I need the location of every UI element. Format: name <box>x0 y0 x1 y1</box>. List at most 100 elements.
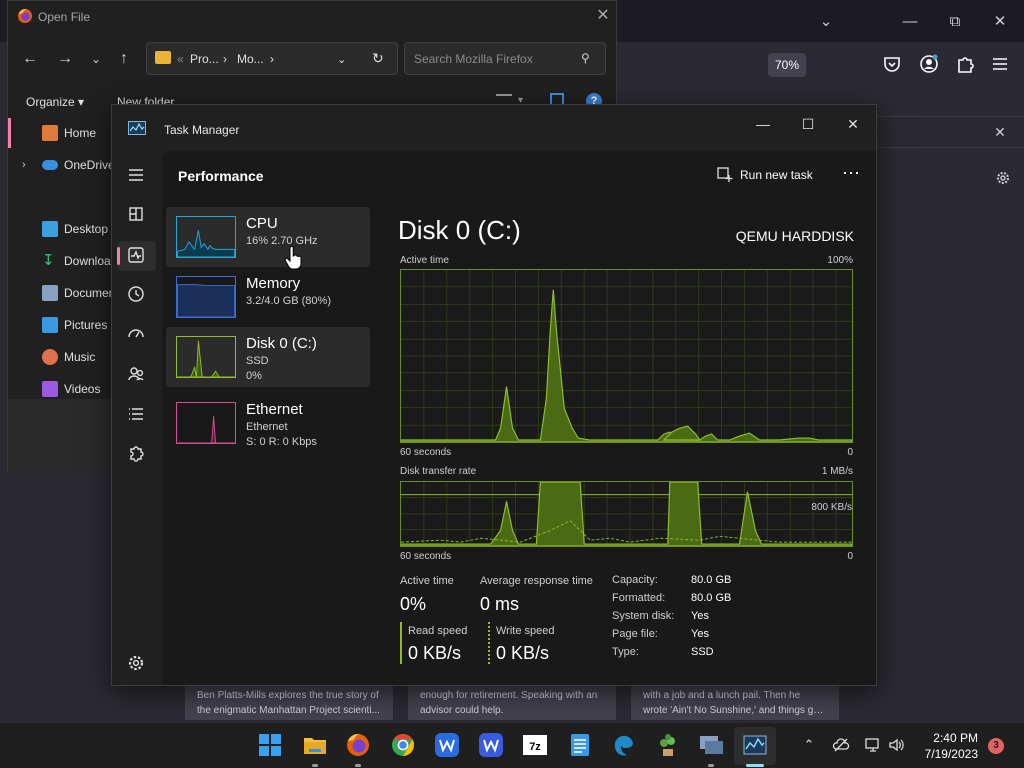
processes-icon[interactable] <box>126 204 146 224</box>
perf-item-memory[interactable]: Memory 3.2/4.0 GB (80%) <box>166 267 370 327</box>
breadcrumb-separator: › <box>270 52 274 66</box>
firefox-restore-button[interactable]: ⧉ <box>943 10 967 34</box>
property-label: Type: <box>612 646 639 658</box>
notification-close-icon[interactable]: ✕ <box>992 124 1008 140</box>
dialog-close-icon[interactable]: ✕ <box>594 7 612 25</box>
breadcrumb-item[interactable]: Mo... <box>237 52 264 66</box>
search-box[interactable]: Search Mozilla Firefox ⚲ <box>404 42 606 75</box>
perf-item-detail: 16% 2.70 GHz <box>246 235 318 247</box>
settings-gear-icon[interactable] <box>126 653 146 673</box>
perf-item-name: Disk 0 (C:) <box>246 335 317 352</box>
task-manager-taskbar-icon[interactable] <box>741 731 769 759</box>
file-explorer-icon[interactable] <box>301 731 329 759</box>
start-windows-icon[interactable] <box>256 731 284 759</box>
app-menu-icon[interactable] <box>990 54 1010 74</box>
clock[interactable]: 2:40 PM 7/19/2023 <box>918 730 978 762</box>
newtab-settings-gear-icon[interactable] <box>995 170 1011 186</box>
news-card-text: advisor could help. <box>420 705 504 716</box>
perf-item-ethernet[interactable]: Ethernet Ethernet S: 0 R: 0 Kbps <box>166 393 370 453</box>
app-history-icon[interactable] <box>126 284 146 304</box>
transfer-rate-graph-label: Disk transfer rate <box>400 466 477 477</box>
news-card[interactable]: with a job and a lunch pail. Then he wro… <box>631 686 839 720</box>
search-input[interactable]: Search Mozilla Firefox <box>414 52 533 66</box>
more-options-icon[interactable]: ⋯ <box>842 163 861 184</box>
address-dropdown-icon[interactable]: ⌄ <box>337 53 346 66</box>
users-icon[interactable] <box>126 364 146 384</box>
read-speed-stat-value: 0 KB/s <box>408 643 462 663</box>
firefox-icon[interactable] <box>344 731 372 759</box>
firefox-close-button[interactable]: ✕ <box>988 10 1012 34</box>
back-arrow-icon[interactable]: ← <box>20 49 40 69</box>
remote-desktop-icon[interactable] <box>697 731 725 759</box>
edge-icon[interactable] <box>610 731 638 759</box>
performance-page: Performance Run new task ⋯ CPU 16% 2.70 … <box>162 151 876 685</box>
firefox-logo-icon <box>18 8 32 23</box>
perf-item-detail: 3.2/4.0 GB (80%) <box>246 295 331 307</box>
run-new-task-icon <box>717 167 733 182</box>
news-card-text: Ben Platts-Mills explores the true story… <box>197 690 379 701</box>
news-card-text: the enigmatic Manhattan Project scienti.… <box>197 705 380 716</box>
perf-item-cpu[interactable]: CPU 16% 2.70 GHz <box>166 207 370 267</box>
memory-thumbnail-graph <box>176 276 236 318</box>
notification-count-badge[interactable]: 3 <box>988 738 1004 754</box>
volume-icon[interactable] <box>887 736 905 754</box>
performance-icon[interactable] <box>126 245 146 265</box>
avg-response-stat-label: Average response time <box>480 575 593 587</box>
address-bar[interactable]: « Pro... › Mo... › ⌄ ↻ <box>146 42 398 75</box>
news-card-text: wrote 'Ain't No Sunshine,' and things go… <box>643 705 827 716</box>
write-speed-stat-value: 0 KB/s <box>496 643 550 663</box>
news-card[interactable]: Ben Platts-Mills explores the true story… <box>185 686 393 720</box>
writer-app-icon[interactable] <box>433 731 461 759</box>
photos-plant-icon[interactable] <box>654 731 682 759</box>
extensions-icon[interactable] <box>955 54 975 74</box>
clock-date: 7/19/2023 <box>924 747 978 761</box>
sidebar-item-label: Videos <box>64 382 101 396</box>
refresh-icon[interactable]: ↻ <box>372 50 384 67</box>
sidebar-item-label: Home <box>64 126 97 140</box>
running-indicator <box>312 764 318 767</box>
search-icon: ⚲ <box>581 51 590 65</box>
news-card[interactable]: enough for retirement. Speaking with an … <box>408 686 616 720</box>
breadcrumb-item[interactable]: Pro... <box>190 52 219 66</box>
property-label: System disk: <box>612 610 675 622</box>
recent-locations-chevron-icon[interactable]: ⌄ <box>86 49 106 69</box>
clock-time: 2:40 PM <box>933 731 978 745</box>
hand-cursor-icon <box>284 246 302 270</box>
cloud-sync-icon[interactable] <box>832 736 850 754</box>
read-speed-legend-bar <box>400 622 402 664</box>
startup-apps-icon[interactable] <box>126 324 146 344</box>
zoom-level-badge[interactable]: 70% <box>768 53 806 77</box>
active-time-stat-label: Active time <box>400 575 454 587</box>
details-list-icon[interactable] <box>126 404 146 424</box>
hamburger-menu-icon[interactable] <box>126 165 146 185</box>
services-puzzle-icon[interactable] <box>126 444 146 464</box>
writer-app-secondary-icon[interactable] <box>477 731 505 759</box>
taskbar: 7z ⌃ 2:40 PM 7/19/2023 3 <box>0 722 1024 768</box>
network-icon[interactable] <box>864 736 882 754</box>
active-time-graph <box>400 269 853 443</box>
running-indicator <box>355 764 361 767</box>
run-new-task-button[interactable]: Run new task <box>740 168 813 182</box>
list-all-tabs-button[interactable]: ⌄ <box>814 10 838 34</box>
transfer-rate-graph <box>400 481 853 547</box>
expand-chevron-icon[interactable]: › <box>22 155 26 175</box>
perf-item-disk[interactable]: Disk 0 (C:) SSD 0% <box>166 327 370 387</box>
forward-arrow-icon[interactable]: → <box>55 49 75 69</box>
cpu-thumbnail-graph <box>176 216 236 258</box>
property-value: 80.0 GB <box>691 592 732 604</box>
active-time-graph-span: 60 seconds <box>400 447 452 458</box>
property-value: Yes <box>691 628 709 640</box>
chrome-icon[interactable] <box>389 731 417 759</box>
videos-icon <box>42 381 58 397</box>
account-icon[interactable] <box>919 54 939 74</box>
notepad-icon[interactable] <box>566 731 594 759</box>
minimize-button[interactable]: — <box>748 111 778 137</box>
7zip-icon[interactable]: 7z <box>521 731 549 759</box>
organize-button[interactable]: Organize ▾ <box>26 95 84 109</box>
firefox-minimize-button[interactable]: — <box>898 10 922 34</box>
pocket-icon[interactable] <box>882 54 902 74</box>
up-arrow-icon[interactable]: ↑ <box>114 49 134 69</box>
close-button[interactable]: ✕ <box>838 111 868 137</box>
maximize-button[interactable]: ☐ <box>793 111 823 137</box>
show-hidden-icons-chevron[interactable]: ⌃ <box>800 736 818 754</box>
